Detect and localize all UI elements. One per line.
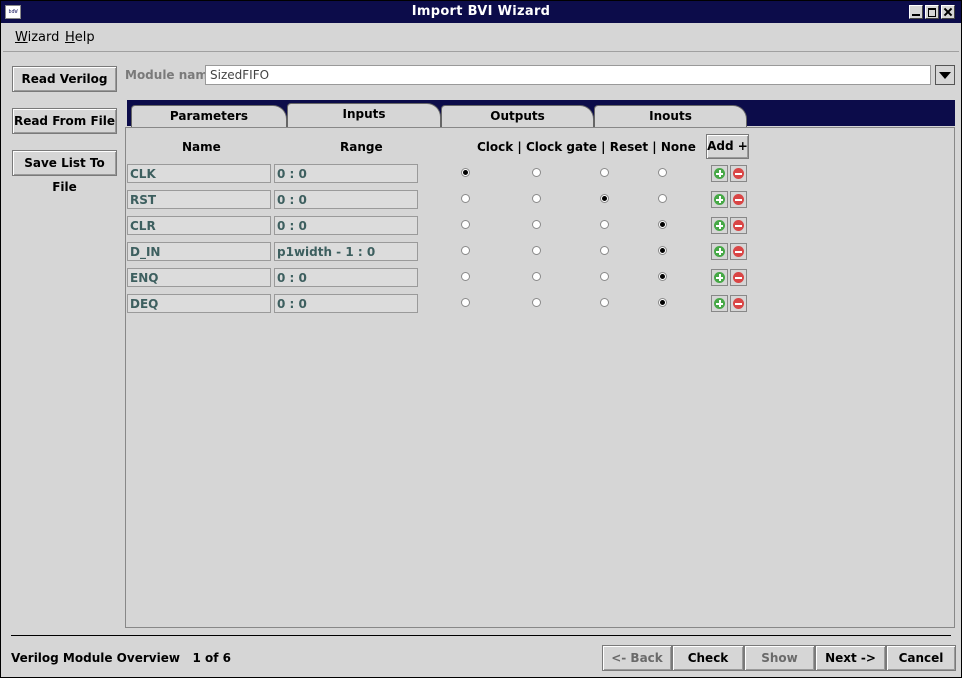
footer-separator (11, 635, 951, 636)
close-icon[interactable] (941, 5, 955, 19)
radio-reset[interactable] (600, 168, 609, 177)
radio-none[interactable] (658, 246, 667, 255)
tab-inputs[interactable]: Inputs (287, 103, 441, 128)
signal-name-field[interactable]: RST (127, 190, 271, 209)
next-button[interactable]: Next -> (815, 645, 886, 671)
cancel-button[interactable]: Cancel (886, 645, 956, 671)
radio-reset[interactable] (600, 220, 609, 229)
radio-reset[interactable] (600, 194, 609, 203)
radio-clock-gate[interactable] (532, 194, 541, 203)
title-bar[interactable]: bdW Import BVI Wizard (1, 1, 961, 23)
radio-clock[interactable] (461, 246, 470, 255)
radio-clock[interactable] (461, 272, 470, 281)
signal-range-field[interactable]: 0 : 0 (274, 190, 418, 209)
minimize-icon[interactable] (909, 5, 923, 19)
tab-inouts[interactable]: Inouts (594, 105, 747, 127)
radio-none[interactable] (658, 220, 667, 229)
module-name-input[interactable] (205, 65, 931, 85)
module-name-label: Module name (125, 68, 217, 82)
signal-name-field[interactable]: CLR (127, 216, 271, 235)
radio-none[interactable] (658, 272, 667, 281)
add-row-icon[interactable] (711, 269, 728, 286)
radio-none[interactable] (658, 168, 667, 177)
radio-none[interactable] (658, 298, 667, 307)
read-verilog-button[interactable]: Read Verilog (12, 66, 117, 92)
add-row-icon[interactable] (711, 217, 728, 234)
chevron-down-icon[interactable] (935, 65, 955, 85)
window-title: Import BVI Wizard (411, 4, 551, 19)
radio-none[interactable] (658, 194, 667, 203)
add-input-button[interactable]: Add + (706, 134, 749, 159)
signal-name-field[interactable]: D_IN (127, 242, 271, 261)
add-row-icon[interactable] (711, 191, 728, 208)
remove-row-icon[interactable] (730, 295, 747, 312)
column-header-range: Range (340, 140, 383, 154)
signal-range-field[interactable]: 0 : 0 (274, 268, 418, 287)
step-status: Verilog Module Overview 1 of 6 (11, 651, 231, 665)
add-row-icon[interactable] (711, 295, 728, 312)
back-button[interactable]: <- Back (602, 645, 672, 671)
radio-clock[interactable] (461, 220, 470, 229)
add-row-icon[interactable] (711, 243, 728, 260)
save-list-to-file-button[interactable]: Save List To File (12, 150, 117, 194)
radio-clock[interactable] (461, 298, 470, 307)
remove-row-icon[interactable] (730, 165, 747, 182)
radio-clock-gate[interactable] (532, 246, 541, 255)
remove-row-icon[interactable] (730, 243, 747, 260)
remove-row-icon[interactable] (730, 269, 747, 286)
remove-row-icon[interactable] (730, 217, 747, 234)
radio-clock-gate[interactable] (532, 168, 541, 177)
menu-bar: Wizard Help (3, 25, 959, 52)
radio-reset[interactable] (600, 246, 609, 255)
add-row-icon[interactable] (711, 165, 728, 182)
menu-wizard[interactable]: Wizard (15, 30, 59, 45)
radio-clock-gate[interactable] (532, 298, 541, 307)
radio-reset[interactable] (600, 272, 609, 281)
tab-outputs[interactable]: Outputs (441, 105, 594, 127)
remove-row-icon[interactable] (730, 191, 747, 208)
signal-range-field[interactable]: 0 : 0 (274, 164, 418, 183)
show-button[interactable]: Show (744, 645, 815, 671)
step-count: 1 of 6 (192, 651, 231, 665)
tab-parameters[interactable]: Parameters (131, 105, 287, 127)
step-label: Verilog Module Overview (11, 651, 180, 665)
signal-name-field[interactable]: CLK (127, 164, 271, 183)
column-header-signal-kind: Clock | Clock gate | Reset | None (477, 140, 696, 154)
signal-range-field[interactable]: p1width - 1 : 0 (274, 242, 418, 261)
check-button[interactable]: Check (672, 645, 744, 671)
import-bvi-wizard-window: bdW Import BVI Wizard Wizard Help Read V… (0, 0, 962, 678)
signal-range-field[interactable]: 0 : 0 (274, 294, 418, 313)
radio-clock[interactable] (461, 194, 470, 203)
column-header-name: Name (182, 140, 221, 154)
radio-clock-gate[interactable] (532, 220, 541, 229)
read-from-file-button[interactable]: Read From File (12, 108, 117, 134)
signal-name-field[interactable]: ENQ (127, 268, 271, 287)
maximize-icon[interactable] (925, 5, 939, 19)
signal-name-field[interactable]: DEQ (127, 294, 271, 313)
menu-help[interactable]: Help (65, 30, 95, 45)
radio-reset[interactable] (600, 298, 609, 307)
signal-range-field[interactable]: 0 : 0 (274, 216, 418, 235)
radio-clock[interactable] (461, 168, 470, 177)
radio-clock-gate[interactable] (532, 272, 541, 281)
